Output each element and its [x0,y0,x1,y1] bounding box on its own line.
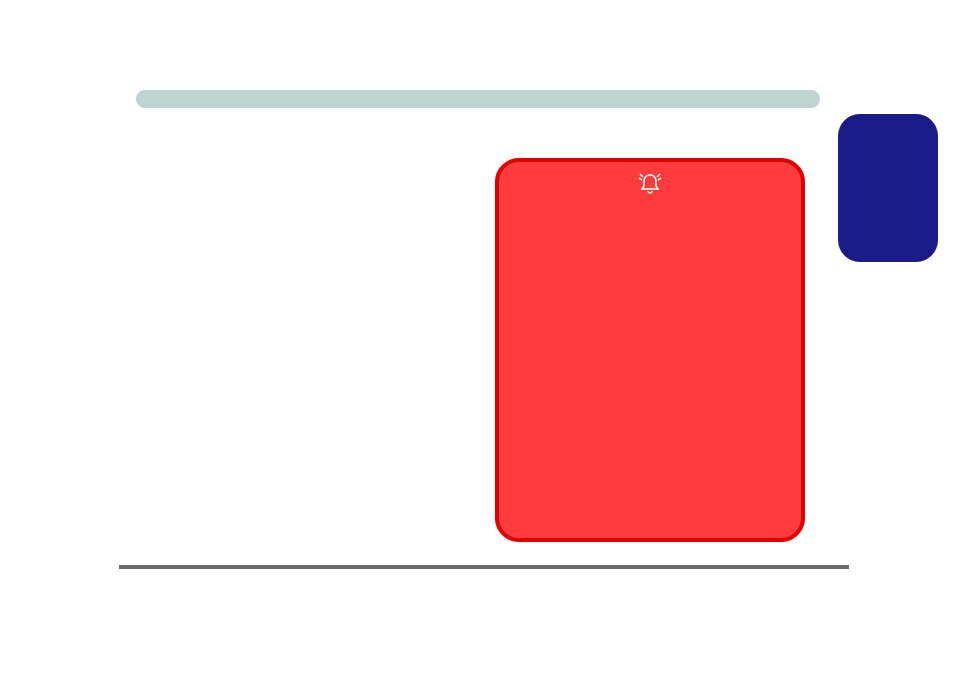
top-bar [136,90,820,108]
bottom-line [119,565,849,569]
blue-box [838,114,938,262]
red-panel [495,158,805,542]
bell-icon [635,172,665,196]
